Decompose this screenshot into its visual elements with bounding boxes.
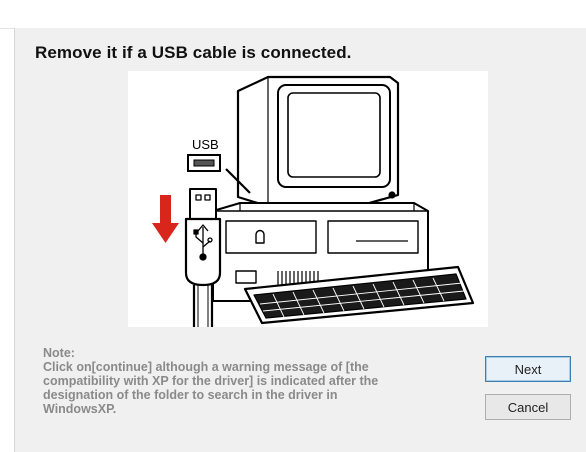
usb-plug-icon (184, 188, 222, 327)
illustration-svg: USB (152, 75, 475, 327)
usb-removal-illustration: USB (128, 71, 488, 327)
dialog-heading: Remove it if a USB cable is connected. (35, 43, 352, 62)
note-title: Note: (43, 346, 75, 360)
setup-dialog: Remove it if a USB cable is connected. U… (14, 28, 586, 452)
down-arrow-icon (152, 195, 179, 243)
note-line: Click on[continue] although a warning me… (43, 360, 369, 374)
cancel-button[interactable]: Cancel (485, 394, 571, 420)
note-line: compatibility with XP for the driver] is… (43, 374, 379, 388)
window-top-strip (0, 0, 586, 29)
note-line: WindowsXP. (43, 402, 117, 416)
usb-label: USB (192, 137, 219, 152)
note-line: designation of the folder to search in t… (43, 388, 338, 402)
compatibility-note: Note: Click on[continue] although a warn… (43, 346, 463, 416)
next-button[interactable]: Next (485, 356, 571, 382)
usb-label-text: USB (192, 137, 219, 152)
